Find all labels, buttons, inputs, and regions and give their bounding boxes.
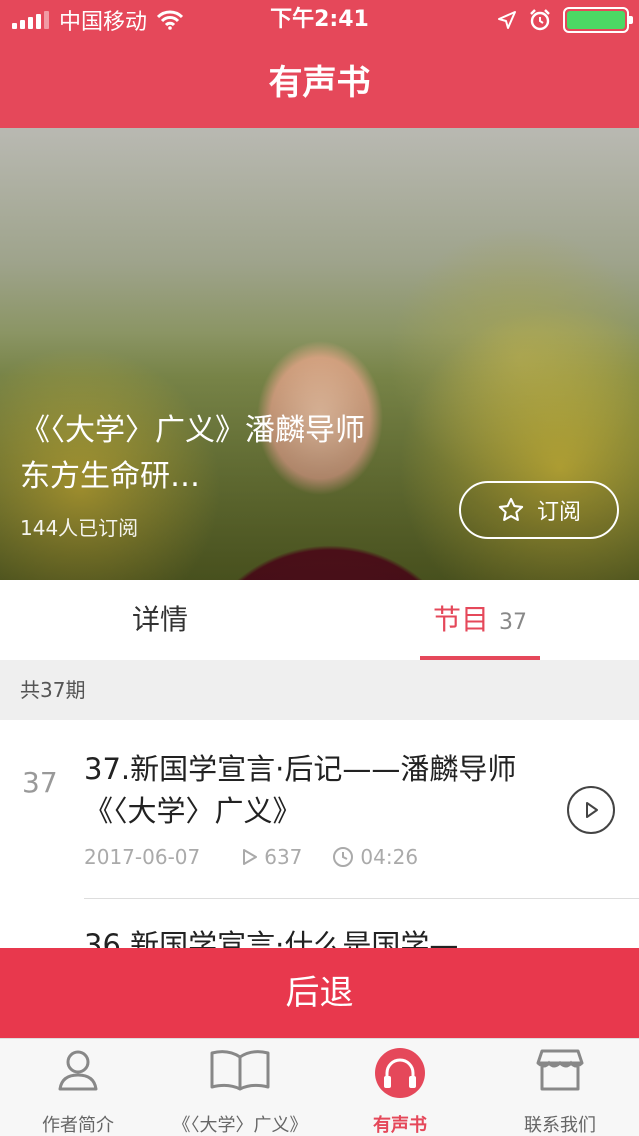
carrier-name: 中国移动	[59, 10, 148, 35]
episode-total-label: 共37期	[0, 660, 639, 720]
tab-label: 作者简介	[42, 1115, 114, 1136]
episode-item[interactable]: 36.新国学宣言·什么是国学—	[0, 900, 639, 948]
store-icon	[536, 1049, 584, 1091]
cover-image: 《〈大学〉广义》潘麟导师 东方生命研… 144人已订阅 订阅	[0, 128, 639, 580]
tab-audiobook[interactable]: 有声书	[340, 1039, 460, 1136]
book-icon	[210, 1050, 270, 1091]
headphones-icon	[375, 1048, 425, 1098]
tab-episodes[interactable]: 节目 37	[420, 580, 540, 660]
location-arrow-icon	[498, 11, 516, 29]
back-button[interactable]: 后退	[0, 948, 639, 1038]
episode-duration: 04:26	[332, 845, 418, 869]
alarm-clock-icon	[530, 9, 550, 31]
album-title: 《〈大学〉广义》潘麟导师 东方生命研…	[20, 413, 365, 494]
tab-episodes-label: 节目	[432, 603, 489, 636]
divider	[84, 898, 639, 899]
episode-item[interactable]: 37 37.新国学宣言·后记——潘麟导师《〈大学〉广义》 2017-06-07 …	[0, 720, 639, 900]
wifi-icon	[157, 10, 184, 30]
tab-author-intro[interactable]: 作者简介	[18, 1039, 138, 1136]
tab-book[interactable]: 《〈大学〉广义》	[160, 1039, 320, 1136]
episode-title: 36.新国学宣言·什么是国学—	[84, 928, 459, 948]
status-bar: 中国移动 下午2:41	[0, 0, 639, 40]
signal-strength-icon	[12, 11, 49, 29]
tab-detail-label: 详情	[131, 603, 188, 636]
bottom-tab-bar: 作者简介 《〈大学〉广义》 有声书 联系我们	[0, 1038, 639, 1136]
tab-label: 有声书	[373, 1115, 427, 1136]
episode-count-badge: 37	[499, 610, 527, 635]
tab-contact-us[interactable]: 联系我们	[500, 1039, 620, 1136]
play-count: 637	[264, 845, 303, 869]
episode-plays: 637	[242, 845, 302, 869]
play-button[interactable]	[567, 786, 615, 834]
content-tabs: 详情 节目 37	[0, 580, 639, 660]
tab-label: 联系我们	[524, 1115, 596, 1136]
episode-number: 37	[22, 766, 58, 799]
subscribe-label: 订阅	[536, 500, 581, 525]
battery-icon	[563, 7, 633, 33]
duration: 04:26	[360, 845, 419, 869]
episode-date: 2017-06-07	[84, 845, 201, 869]
play-count-icon	[243, 849, 258, 865]
star-icon	[498, 497, 524, 521]
tab-detail[interactable]: 详情	[60, 580, 260, 660]
subscribe-button[interactable]: 订阅	[459, 481, 619, 539]
tab-label: 《〈大学〉广义》	[172, 1115, 308, 1136]
play-icon	[586, 802, 598, 818]
person-icon	[58, 1050, 98, 1091]
subscriber-count: 144人已订阅	[20, 516, 139, 540]
episode-meta: 2017-06-07 637 04:26	[84, 845, 418, 869]
episode-title: 37.新国学宣言·后记——潘麟导师《〈大学〉广义》	[84, 752, 517, 828]
nav-title: 有声书	[0, 40, 639, 128]
clock-icon	[333, 847, 354, 867]
